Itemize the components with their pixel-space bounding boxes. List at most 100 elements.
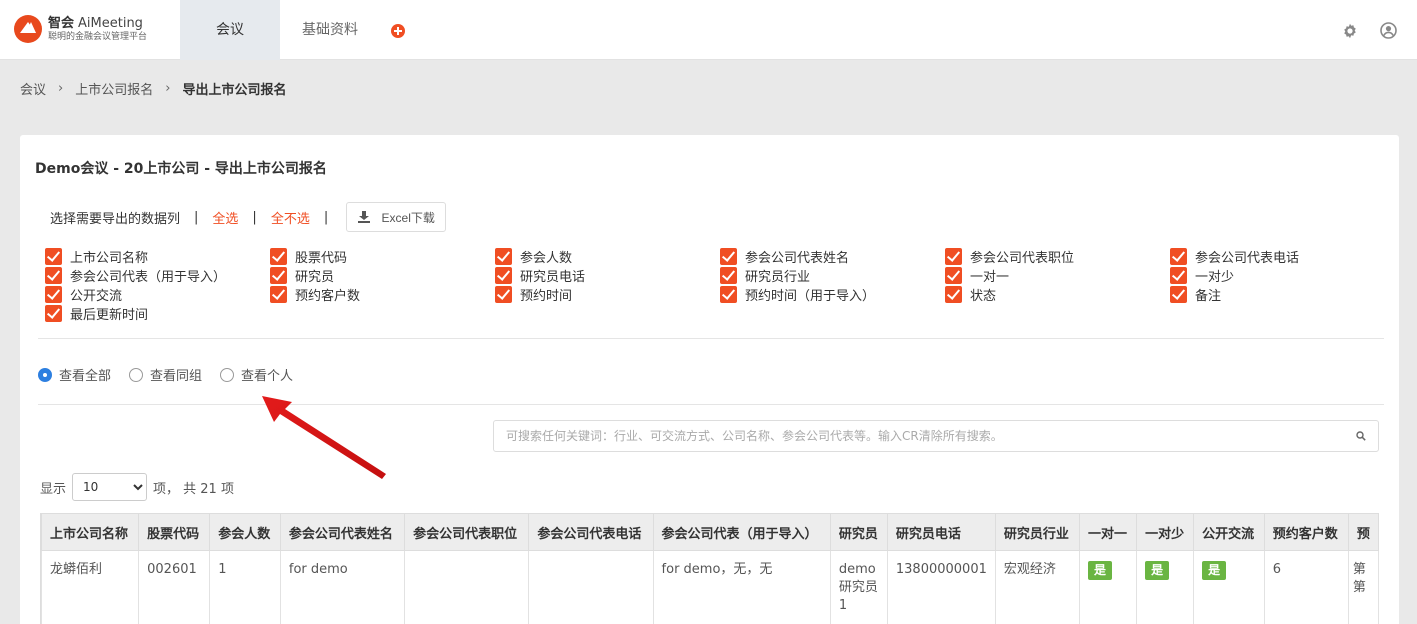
checkbox-status[interactable]: 状态	[945, 285, 996, 304]
checkbox-attendee-count[interactable]: 参会人数	[495, 247, 572, 266]
checked-icon	[945, 286, 962, 303]
checked-icon	[495, 286, 512, 303]
checked-icon	[720, 286, 737, 303]
checked-icon	[270, 248, 287, 265]
column-header[interactable]: 参会公司代表姓名	[279, 513, 406, 551]
logo-subtitle: 聪明的金融会议管理平台	[48, 31, 148, 42]
cell-more: 第 第	[1347, 550, 1379, 624]
page-title: Demo会议 - 20上市公司 - 导出上市公司报名	[35, 161, 327, 177]
cell-industry: 宏观经济	[994, 550, 1081, 624]
radio-unchecked-icon	[129, 367, 144, 382]
checkbox-rep-name[interactable]: 参会公司代表姓名	[720, 247, 849, 266]
checked-icon	[45, 267, 62, 284]
divider	[38, 404, 1384, 405]
checked-icon	[45, 248, 62, 265]
gear-icon[interactable]	[1342, 23, 1358, 39]
checkbox-client-count[interactable]: 预约客户数	[270, 285, 360, 304]
checkbox-appointment-import[interactable]: 预约时间（用于导入）	[720, 285, 875, 304]
checkbox-researcher[interactable]: 研究员	[270, 266, 334, 285]
column-header[interactable]: 参会人数	[209, 513, 281, 551]
checkbox-one-to-few[interactable]: 一对少	[1170, 266, 1234, 285]
divider	[38, 338, 1384, 339]
radio-view-personal[interactable]: 查看个人	[220, 365, 293, 384]
download-icon	[357, 211, 370, 223]
checked-icon	[45, 286, 62, 303]
checkbox-rep-title[interactable]: 参会公司代表职位	[945, 247, 1074, 266]
annotation-arrow-icon	[262, 396, 386, 479]
cell-rep-title	[404, 550, 530, 624]
checked-icon	[1170, 286, 1187, 303]
chevron-right-icon: ›	[58, 81, 64, 96]
column-header[interactable]: 上市公司名称	[41, 513, 140, 551]
table-row[interactable]: 龙蟒佰利 002601 1 for demo for demo，无，无 demo…	[41, 550, 1379, 624]
checked-icon	[945, 267, 962, 284]
checkbox-notes[interactable]: 备注	[1170, 285, 1221, 304]
logo-mark-icon	[14, 15, 42, 43]
column-select-bar: 选择需要导出的数据列 | 全选 | 全不选 | Excel下载	[50, 202, 447, 232]
length-suffix: 项， 共 21 项	[153, 481, 234, 497]
search-icon[interactable]	[1356, 431, 1366, 441]
search-box	[493, 420, 1379, 452]
page-length-select[interactable]: 10	[72, 473, 148, 501]
checkbox-last-updated[interactable]: 最后更新时间	[45, 304, 148, 323]
checked-icon	[495, 267, 512, 284]
checked-icon	[495, 248, 512, 265]
breadcrumb: 会议 › 上市公司报名 › 导出上市公司报名	[20, 79, 286, 98]
search-input[interactable]	[494, 421, 1378, 451]
select-all-link[interactable]: 全选	[212, 208, 238, 227]
checked-icon	[270, 267, 287, 284]
checkbox-appointment-time[interactable]: 预约时间	[495, 285, 572, 304]
checkbox-public-exchange[interactable]: 公开交流	[45, 285, 122, 304]
add-tab-icon[interactable]	[391, 24, 405, 38]
column-header[interactable]: 参会公司代表（用于导入）	[652, 513, 831, 551]
chevron-right-icon: ›	[165, 81, 171, 96]
status-badge: 是	[1145, 561, 1170, 580]
breadcrumb-company-registration[interactable]: 上市公司报名	[75, 79, 153, 98]
column-header[interactable]: 参会公司代表电话	[528, 513, 654, 551]
column-header[interactable]: 公开交流	[1193, 513, 1265, 551]
checkbox-rep-phone[interactable]: 参会公司代表电话	[1170, 247, 1299, 266]
column-header[interactable]: 研究员行业	[994, 513, 1081, 551]
breadcrumb-current: 导出上市公司报名	[182, 83, 287, 98]
checkbox-stock-code[interactable]: 股票代码	[270, 247, 347, 266]
select-none-link[interactable]: 全不选	[271, 208, 310, 227]
checkbox-researcher-industry[interactable]: 研究员行业	[720, 266, 810, 285]
excel-download-button[interactable]: Excel下载	[346, 202, 447, 232]
column-header[interactable]: 参会公司代表职位	[404, 513, 530, 551]
cell-clients: 6	[1263, 550, 1349, 624]
radio-view-all[interactable]: 查看全部	[38, 365, 111, 384]
registration-table: 上市公司名称 股票代码 参会人数 参会公司代表姓名 参会公司代表职位 参会公司代…	[40, 513, 1379, 624]
checked-icon	[270, 286, 287, 303]
checkbox-rep-import[interactable]: 参会公司代表（用于导入）	[45, 266, 226, 285]
view-scope-radio-group: 查看全部 查看同组 查看个人	[38, 365, 311, 384]
radio-checked-icon	[38, 367, 52, 382]
column-header[interactable]: 预	[1347, 513, 1379, 551]
checked-icon	[945, 248, 962, 265]
status-badge: 是	[1202, 561, 1227, 580]
excel-download-label: Excel下载	[381, 210, 435, 225]
column-header[interactable]: 研究员	[829, 513, 888, 551]
column-header[interactable]: 股票代码	[138, 513, 211, 551]
checked-icon	[720, 267, 737, 284]
tab-meeting[interactable]: 会议	[180, 0, 280, 60]
checkbox-company-name[interactable]: 上市公司名称	[45, 247, 148, 266]
checkbox-one-on-one[interactable]: 一对一	[945, 266, 1009, 285]
user-icon[interactable]	[1380, 22, 1397, 39]
column-header[interactable]: 一对一	[1079, 513, 1138, 551]
radio-view-group[interactable]: 查看同组	[129, 365, 202, 384]
checkbox-researcher-phone[interactable]: 研究员电话	[495, 266, 585, 285]
app-logo[interactable]: 智会 AiMeeting 聪明的金融会议管理平台	[14, 15, 147, 43]
select-columns-label: 选择需要导出的数据列	[50, 211, 181, 227]
column-header[interactable]: 预约客户数	[1263, 513, 1349, 551]
column-header[interactable]: 一对少	[1136, 513, 1195, 551]
length-prefix: 显示	[40, 481, 67, 497]
tab-basic-data[interactable]: 基础资料	[280, 0, 380, 60]
breadcrumb-meeting[interactable]: 会议	[20, 79, 46, 98]
checked-icon	[45, 305, 62, 322]
checked-icon	[720, 248, 737, 265]
checked-icon	[1170, 248, 1187, 265]
cell-rep-name: for demo	[279, 550, 406, 624]
cell-company: 龙蟒佰利	[41, 550, 140, 624]
column-header[interactable]: 研究员电话	[886, 513, 996, 551]
cell-rep-phone	[528, 550, 654, 624]
